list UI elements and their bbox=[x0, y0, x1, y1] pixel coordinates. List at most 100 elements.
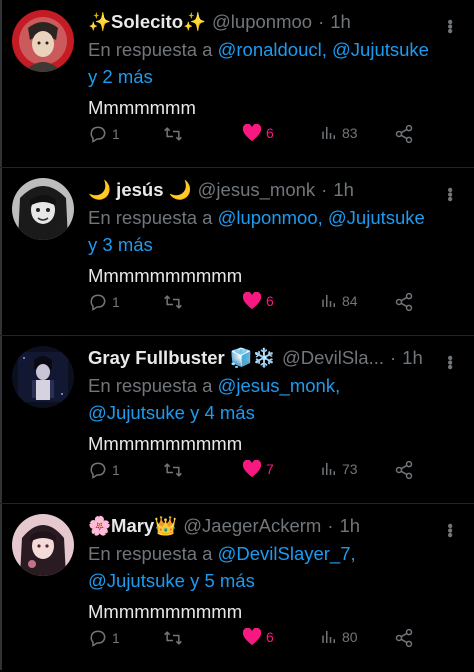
views-icon bbox=[322, 631, 335, 643]
like-button[interactable]: 7 bbox=[242, 460, 274, 478]
heart-icon bbox=[242, 460, 262, 478]
retweet-button[interactable] bbox=[162, 628, 184, 648]
reply-button[interactable]: 1 bbox=[88, 124, 120, 144]
views-button[interactable]: 84 bbox=[320, 292, 358, 310]
tweet[interactable]: 🌙 jesús 🌙 @jesus_monk · 1h ••• En respue… bbox=[0, 168, 474, 336]
share-icon bbox=[395, 460, 413, 480]
like-button[interactable]: 6 bbox=[242, 292, 274, 310]
reply-prefix: En respuesta a bbox=[88, 543, 213, 564]
action-bar: 1 6 83 bbox=[88, 124, 434, 146]
retweet-button[interactable] bbox=[162, 460, 184, 480]
user-handle[interactable]: @jesus_monk bbox=[198, 179, 316, 201]
share-button[interactable] bbox=[394, 292, 414, 312]
share-icon bbox=[395, 628, 413, 648]
display-name[interactable]: 🌸Mary👑 bbox=[88, 515, 177, 537]
reply-icon bbox=[90, 294, 106, 311]
reply-prefix: En respuesta a bbox=[88, 207, 213, 228]
display-name[interactable]: 🌙 jesús 🌙 bbox=[88, 179, 192, 201]
action-bar: 1 6 84 bbox=[88, 292, 434, 314]
share-button[interactable] bbox=[394, 628, 414, 648]
avatar[interactable] bbox=[12, 178, 74, 240]
reply-prefix: En respuesta a bbox=[88, 39, 213, 60]
heart-icon bbox=[242, 292, 262, 310]
separator-dot: · bbox=[327, 515, 334, 536]
display-name[interactable]: ✨Solecito✨ bbox=[88, 11, 206, 33]
heart-icon bbox=[242, 628, 262, 646]
reply-context: En respuesta a @jesus_monk, @Jujutsuke y… bbox=[88, 372, 460, 426]
avatar[interactable] bbox=[12, 10, 74, 72]
reply-button[interactable]: 1 bbox=[88, 292, 120, 312]
retweet-icon bbox=[164, 463, 182, 477]
timestamp[interactable]: 1h bbox=[402, 347, 423, 369]
timestamp[interactable]: 1h bbox=[330, 11, 351, 33]
more-icon[interactable]: ••• bbox=[440, 515, 458, 537]
tweet-text: Mmmmmmmmmm bbox=[88, 601, 243, 622]
share-icon bbox=[395, 292, 413, 312]
views-icon bbox=[322, 295, 335, 307]
timestamp[interactable]: 1h bbox=[339, 515, 360, 537]
user-handle[interactable]: @luponmoo bbox=[212, 11, 312, 33]
view-count: 84 bbox=[342, 293, 358, 309]
views-button[interactable]: 83 bbox=[320, 124, 358, 142]
like-count: 7 bbox=[266, 461, 274, 477]
display-name[interactable]: Gray Fullbuster 🧊❄️ bbox=[88, 347, 276, 369]
like-button[interactable]: 6 bbox=[242, 124, 274, 142]
mention-link[interactable]: @Jujutsuke y 5 más bbox=[88, 570, 255, 591]
tweet-text: Mmmmmmm bbox=[88, 97, 196, 118]
view-count: 83 bbox=[342, 125, 358, 141]
reply-button[interactable]: 1 bbox=[88, 460, 120, 480]
mention-link[interactable]: @Jujutsuke y 4 más bbox=[88, 402, 255, 423]
avatar[interactable] bbox=[12, 346, 74, 408]
reply-context: En respuesta a @luponmoo, @Jujutsuke y 3… bbox=[88, 204, 460, 258]
avatar[interactable] bbox=[12, 514, 74, 576]
mention-link[interactable]: @ronaldoucl, @Jujutsuke bbox=[218, 39, 429, 60]
user-handle[interactable]: @JaegerAckerm bbox=[183, 515, 321, 537]
retweet-button[interactable] bbox=[162, 292, 184, 312]
reply-icon bbox=[90, 462, 106, 479]
separator-dot: · bbox=[318, 11, 325, 32]
like-button[interactable]: 6 bbox=[242, 628, 274, 646]
views-icon bbox=[322, 127, 335, 139]
tweet[interactable]: 🌸Mary👑 @JaegerAckerm · 1h ••• En respues… bbox=[0, 504, 474, 672]
mention-link[interactable]: @luponmoo, @Jujutsuke bbox=[218, 207, 425, 228]
separator-dot: · bbox=[390, 347, 397, 368]
views-button[interactable]: 73 bbox=[320, 460, 358, 478]
reply-count: 1 bbox=[112, 294, 120, 310]
user-handle[interactable]: @DevilSla... bbox=[282, 347, 384, 369]
tweet-text: Mmmmmmmmmm bbox=[88, 265, 243, 286]
more-icon[interactable]: ••• bbox=[440, 347, 458, 369]
reply-count: 1 bbox=[112, 462, 120, 478]
like-count: 6 bbox=[266, 293, 274, 309]
views-icon bbox=[322, 463, 335, 475]
mention-link[interactable]: @DevilSlayer_7, bbox=[218, 543, 356, 564]
timestamp[interactable]: 1h bbox=[333, 179, 354, 201]
mention-link[interactable]: y 3 más bbox=[88, 234, 153, 255]
retweet-icon bbox=[164, 295, 182, 309]
share-button[interactable] bbox=[394, 460, 414, 480]
retweet-icon bbox=[164, 631, 182, 645]
view-count: 73 bbox=[342, 461, 358, 477]
view-count: 80 bbox=[342, 629, 358, 645]
separator-dot: · bbox=[321, 179, 328, 200]
reply-icon bbox=[90, 630, 106, 647]
tweet-text: Mmmmmmmmmm bbox=[88, 433, 243, 454]
like-count: 6 bbox=[266, 125, 274, 141]
more-icon[interactable]: ••• bbox=[440, 179, 458, 201]
share-button[interactable] bbox=[394, 124, 414, 144]
reply-icon bbox=[90, 126, 106, 143]
reply-button[interactable]: 1 bbox=[88, 628, 120, 648]
views-button[interactable]: 80 bbox=[320, 628, 358, 646]
mention-link[interactable]: y 2 más bbox=[88, 66, 153, 87]
retweet-icon bbox=[164, 127, 182, 141]
heart-icon bbox=[242, 124, 262, 142]
mention-link[interactable]: @jesus_monk, bbox=[218, 375, 341, 396]
share-icon bbox=[395, 124, 413, 144]
tweet[interactable]: Gray Fullbuster 🧊❄️ @DevilSla... · 1h ••… bbox=[0, 336, 474, 504]
tweet[interactable]: ✨Solecito✨ @luponmoo · 1h ••• En respues… bbox=[0, 0, 474, 168]
reply-context: En respuesta a @DevilSlayer_7, @Jujutsuk… bbox=[88, 540, 460, 594]
retweet-button[interactable] bbox=[162, 124, 184, 144]
action-bar: 1 7 73 bbox=[88, 460, 434, 482]
like-count: 6 bbox=[266, 629, 274, 645]
action-bar: 1 6 80 bbox=[88, 628, 434, 650]
more-icon[interactable]: ••• bbox=[440, 11, 458, 33]
